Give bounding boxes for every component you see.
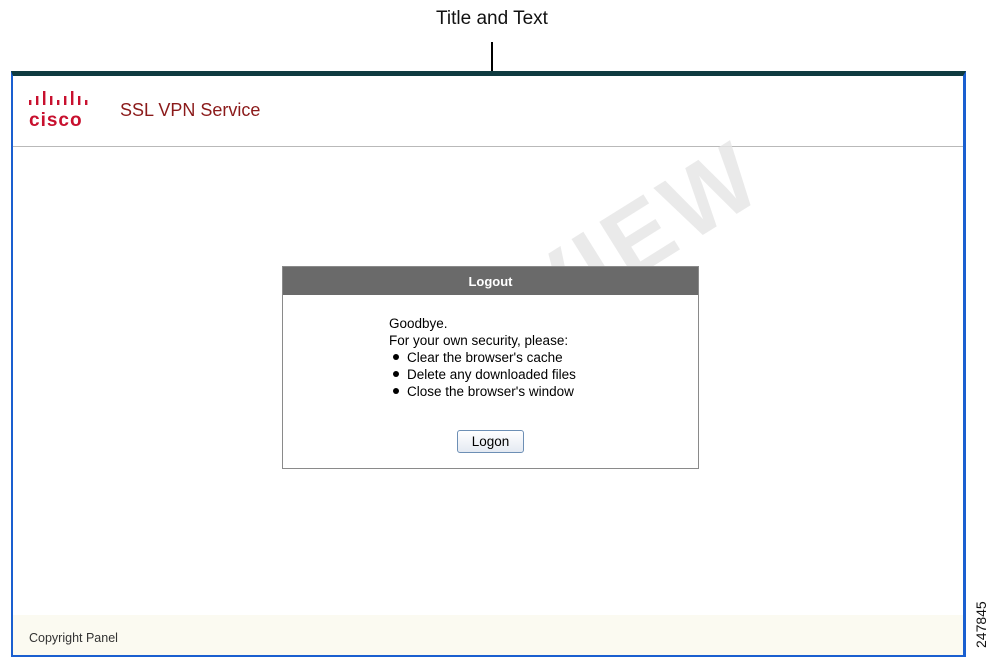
list-item: Clear the browser's cache <box>389 349 576 366</box>
cisco-wordmark: cisco <box>29 110 83 131</box>
dialog-title: Logout <box>283 267 698 295</box>
dialog-message: Goodbye. For your own security, please: … <box>389 315 576 400</box>
greeting-text: Goodbye. <box>389 316 448 331</box>
copyright-panel: Copyright Panel <box>29 631 118 645</box>
service-title: SSL VPN Service <box>120 100 261 120</box>
list-item: Close the browser's window <box>389 383 576 400</box>
browser-window: cisco SSL VPN Service PREVIEW Logout Goo… <box>11 71 966 657</box>
logon-button[interactable]: Logon <box>457 430 524 453</box>
footer-bar: Copyright Panel <box>13 615 963 655</box>
figure-number: 247845 <box>973 601 989 649</box>
callout-label: Title and Text <box>436 8 548 29</box>
security-list: Clear the browser's cache Delete any dow… <box>389 349 576 400</box>
instruction-text: For your own security, please: <box>389 333 569 348</box>
header-bar: cisco SSL VPN Service <box>13 76 963 147</box>
logout-dialog: Logout Goodbye. For your own security, p… <box>282 266 699 469</box>
cisco-logo: cisco <box>27 90 107 140</box>
list-item: Delete any downloaded files <box>389 366 576 383</box>
